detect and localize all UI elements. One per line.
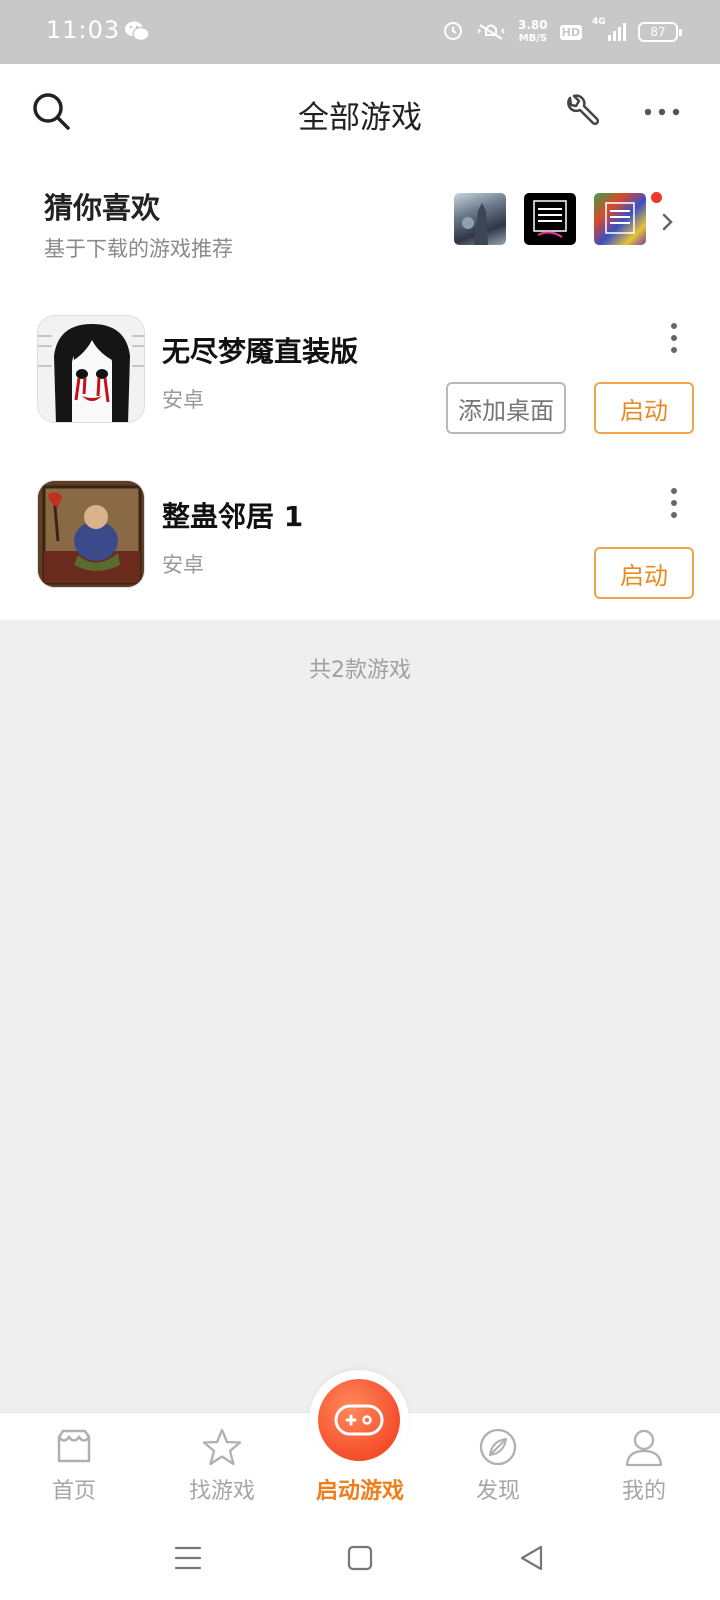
recommend-thumbnail (454, 193, 506, 245)
status-time: 11:03 (46, 16, 121, 44)
app-header: 全部游戏 (0, 64, 720, 160)
recommend-section[interactable]: 猜你喜欢 基于下载的游戏推荐 (0, 160, 720, 290)
nav-label: 找游戏 (188, 1479, 255, 1504)
game-name: 整蛊邻居 1 (162, 500, 304, 533)
recommend-thumbnail (524, 193, 576, 245)
status-bar: 11:03 3.80 MB/S HD 4G 87 (0, 0, 720, 64)
battery-indicator: 87 (638, 22, 682, 42)
game-list: 无尽梦魇直装版 安卓 添加桌面 启动 整蛊邻居 1 安卓 启动 (0, 290, 720, 620)
add-to-desktop-button[interactable]: 添加桌面 (446, 382, 566, 434)
launch-button[interactable]: 启动 (594, 547, 694, 599)
more-horizontal-icon (644, 108, 680, 116)
page-title: 全部游戏 (298, 100, 422, 136)
nav-item-discover[interactable]: 发现 (426, 1413, 570, 1517)
shop-icon (57, 1429, 91, 1463)
nav-item-home[interactable]: 首页 (2, 1413, 146, 1517)
game-platform: 安卓 (162, 388, 204, 412)
recommend-thumbnail (594, 193, 646, 245)
net-speed: 3.80 MB/S (518, 19, 548, 45)
square-icon (347, 1545, 373, 1571)
more-vertical-icon (671, 323, 677, 353)
launch-button[interactable]: 启动 (594, 382, 694, 434)
nav-label: 我的 (621, 1479, 666, 1504)
game-platform: 安卓 (162, 553, 204, 577)
system-nav-bar (0, 1516, 720, 1600)
nav-label: 发现 (475, 1479, 520, 1504)
back-button[interactable] (512, 1538, 552, 1578)
recommend-subtitle: 基于下载的游戏推荐 (44, 237, 233, 261)
more-button[interactable] (640, 90, 684, 134)
back-triangle-icon (520, 1545, 543, 1571)
tools-button[interactable] (560, 90, 604, 134)
net-speed-unit: MB/S (518, 33, 548, 44)
battery-level: 87 (650, 25, 666, 39)
star-icon (202, 1428, 242, 1466)
notification-dot (651, 192, 662, 203)
nav-item-find-games[interactable]: 找游戏 (150, 1413, 294, 1517)
game-more-button[interactable] (660, 483, 688, 523)
recent-apps-button[interactable] (168, 1538, 208, 1578)
menu-icon (174, 1546, 202, 1570)
home-button[interactable] (340, 1538, 380, 1578)
game-icon (37, 480, 145, 588)
game-more-button[interactable] (660, 318, 688, 358)
nav-label: 启动游戏 (315, 1479, 404, 1504)
nav-item-me[interactable]: 我的 (572, 1413, 716, 1517)
game-icon (37, 315, 145, 423)
network-type: 4G (592, 17, 606, 27)
chevron-right-icon[interactable] (660, 212, 676, 236)
launch-games-fab[interactable] (318, 1379, 400, 1461)
wrench-icon (567, 94, 600, 126)
list-item[interactable]: 整蛊邻居 1 安卓 启动 (0, 455, 720, 620)
mute-vibrate-icon (476, 19, 506, 45)
nav-label: 首页 (51, 1479, 96, 1504)
alarm-icon (442, 19, 464, 45)
compass-icon (479, 1428, 517, 1466)
status-indicators: 3.80 MB/S HD 4G 87 (442, 16, 682, 48)
net-speed-value: 3.80 (518, 18, 548, 32)
person-icon (625, 1429, 663, 1467)
hd-badge: HD (559, 24, 582, 40)
list-item[interactable]: 无尽梦魇直装版 安卓 添加桌面 启动 (0, 290, 720, 455)
recommend-title: 猜你喜欢 (44, 191, 161, 225)
gamepad-icon (334, 1404, 384, 1436)
game-name: 无尽梦魇直装版 (162, 335, 359, 368)
more-vertical-icon (671, 488, 677, 518)
game-count-text: 共2款游戏 (309, 658, 411, 683)
signal-icon: 4G (592, 17, 626, 43)
wechat-icon (124, 20, 150, 46)
